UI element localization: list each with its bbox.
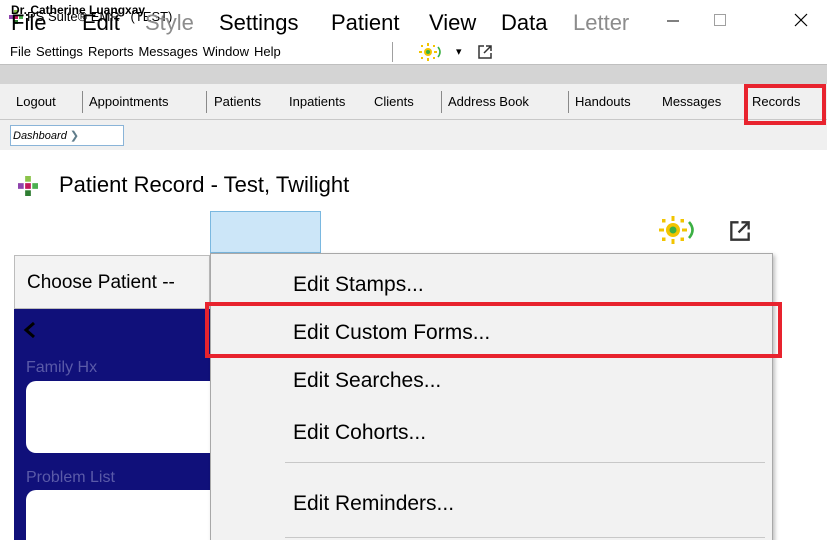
maximize-button[interactable] xyxy=(697,0,743,40)
chevron-right-icon: ❯ xyxy=(69,130,80,142)
record-window-title: Patient Record - Test, Twilight xyxy=(59,172,350,197)
sun-icon[interactable] xyxy=(419,43,449,61)
menu-window[interactable]: Window xyxy=(203,43,249,61)
minimize-button[interactable] xyxy=(650,0,696,40)
breadcrumb-label: Dashboard xyxy=(13,129,67,142)
family-hx-box[interactable] xyxy=(26,381,210,453)
chevron-left-icon[interactable] xyxy=(22,321,38,339)
record-menu-view[interactable]: View xyxy=(429,9,476,37)
record-menu-file[interactable]: File xyxy=(11,9,46,37)
link-appointments[interactable]: Appointments xyxy=(89,93,169,111)
menu-file[interactable]: File xyxy=(10,43,31,61)
menu-divider xyxy=(285,462,765,463)
record-menu-data[interactable]: Data xyxy=(501,9,547,37)
menu-separator xyxy=(392,42,393,62)
highlight-box-edit-custom-forms xyxy=(205,302,782,358)
record-menu-patient[interactable]: Patient xyxy=(331,9,400,37)
settings-menu-highlight xyxy=(210,211,321,253)
menu-reports[interactable]: Reports xyxy=(88,43,134,61)
minimize-icon xyxy=(667,20,679,22)
external-window-icon[interactable] xyxy=(476,43,494,61)
link-logout[interactable]: Logout xyxy=(16,93,56,111)
close-button[interactable] xyxy=(778,0,824,40)
close-icon xyxy=(794,13,808,27)
menu-messages[interactable]: Messages xyxy=(138,43,197,61)
record-menu-letter: Letter xyxy=(573,10,630,35)
link-separator xyxy=(82,91,83,113)
menu-divider xyxy=(285,537,765,538)
record-logo-icon xyxy=(18,176,38,196)
highlight-box-records xyxy=(744,84,826,125)
breadcrumb-bar xyxy=(0,120,827,150)
link-separator xyxy=(568,91,569,113)
external-window-icon[interactable] xyxy=(727,218,753,244)
dropdown-caret-icon[interactable]: ▾ xyxy=(456,43,462,61)
main-menu-bar: File Settings Reports Messages Window He… xyxy=(0,40,827,64)
problem-list-label: Problem List xyxy=(26,469,115,486)
link-clients[interactable]: Clients xyxy=(374,93,414,111)
link-separator xyxy=(441,91,442,113)
record-menu-style: Style xyxy=(145,10,194,35)
record-menu-settings[interactable]: Settings xyxy=(219,9,299,37)
problem-list-box[interactable] xyxy=(26,490,210,540)
menu-item-edit-reminders[interactable]: Edit Reminders... xyxy=(293,490,454,518)
link-messages[interactable]: Messages xyxy=(662,93,721,111)
menu-settings[interactable]: Settings xyxy=(36,43,83,61)
family-hx-label: Family Hx xyxy=(26,359,98,376)
link-patients[interactable]: Patients xyxy=(214,93,261,111)
choose-patient-label: Choose Patient -- xyxy=(27,272,175,293)
link-address-book[interactable]: Address Book xyxy=(448,93,529,111)
user-bar xyxy=(0,64,827,84)
record-menu-edit[interactable]: Edit xyxy=(82,9,120,37)
menu-item-edit-stamps[interactable]: Edit Stamps... xyxy=(293,271,424,299)
maximize-icon xyxy=(714,14,726,26)
sun-icon[interactable] xyxy=(659,216,703,244)
link-inpatients[interactable]: Inpatients xyxy=(289,93,345,111)
menu-item-edit-cohorts[interactable]: Edit Cohorts... xyxy=(293,419,426,447)
menu-help[interactable]: Help xyxy=(254,43,281,61)
breadcrumb-dashboard[interactable]: Dashboard ❯ xyxy=(10,125,124,146)
menu-item-edit-searches[interactable]: Edit Searches... xyxy=(293,367,441,395)
link-handouts[interactable]: Handouts xyxy=(575,93,631,111)
link-separator xyxy=(206,91,207,113)
links-bar: Logout Appointments Patients Inpatients … xyxy=(0,84,827,120)
